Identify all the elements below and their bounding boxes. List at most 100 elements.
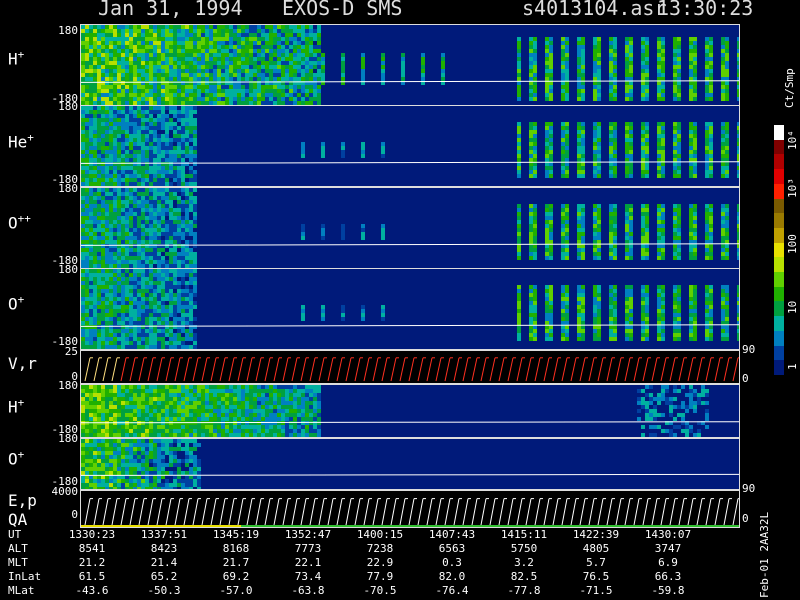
spectrogram-cell: [261, 29, 265, 33]
spectrogram-cell: [145, 297, 149, 301]
spectrogram-cell: [309, 49, 313, 53]
spectrogram-cell: [609, 97, 613, 101]
spectrogram-cell: [85, 85, 89, 89]
spectrogram-cell: [169, 154, 173, 158]
spectrogram-cell: [545, 89, 549, 93]
spectrogram-cell: [193, 85, 197, 89]
spectrogram-cell: [185, 114, 189, 118]
spectrogram-cell: [113, 146, 117, 150]
spectrogram-cell: [121, 126, 125, 130]
spectrogram-cell: [141, 85, 145, 89]
spectrogram-cell: [193, 337, 197, 341]
spectrogram-cell: [645, 65, 649, 69]
spectrogram-cell: [109, 170, 113, 174]
spectrogram-cell: [81, 228, 85, 232]
spectrogram-cell: [213, 33, 217, 37]
spectrogram-cell: [85, 289, 89, 293]
spectrogram-cell: [97, 77, 101, 81]
spectrogram-cell: [441, 53, 445, 57]
spectrogram-cell: [597, 293, 601, 297]
spectrogram-cell: [229, 53, 233, 57]
spectrogram-cell: [153, 81, 157, 85]
spectrogram-cell: [173, 297, 177, 301]
trace-line: [282, 357, 289, 382]
spectrogram-cell: [125, 216, 129, 220]
spectrogram-cell: [169, 252, 173, 256]
spectrogram-cell: [629, 89, 633, 93]
spectrogram-cell: [133, 321, 137, 325]
spectrogram-cell: [165, 69, 169, 73]
spectrogram-cell: [629, 289, 633, 293]
spectrogram-cell: [193, 89, 197, 93]
spectrogram-cell: [381, 236, 385, 240]
spectrogram-cell: [529, 73, 533, 77]
spectrogram-cell: [361, 317, 365, 321]
spectrogram-cell: [641, 130, 645, 134]
spectrogram-cell: [257, 77, 261, 81]
spectrogram-cell: [737, 212, 739, 216]
spectrogram-cell: [85, 252, 89, 256]
spectrogram-cell: [661, 313, 665, 317]
spectrogram-cell: [177, 134, 181, 138]
spectrogram-cell: [581, 53, 585, 57]
spectrogram-cell: [173, 158, 177, 162]
spectrogram-cell: [173, 138, 177, 142]
spectrogram-cell: [113, 97, 117, 101]
spectrogram-cell: [529, 130, 533, 134]
spectrogram-cell: [181, 200, 185, 204]
spectrogram-cell: [517, 85, 521, 89]
spectrogram-cell: [93, 389, 97, 393]
spectrogram-cell: [517, 77, 521, 81]
spectrogram-cell: [737, 45, 739, 49]
spectrogram-cell: [189, 273, 193, 277]
spectrogram-cell: [109, 216, 113, 220]
trace-line: [480, 357, 487, 382]
spectrogram-cell: [705, 244, 709, 248]
spectrogram-cell: [117, 77, 121, 81]
spectrogram-cell: [85, 433, 89, 437]
spectrogram-cell: [673, 81, 677, 85]
spectrogram-cell: [597, 256, 601, 260]
spectrogram-cell: [233, 49, 237, 53]
spectrogram-cell: [117, 130, 121, 134]
spectrogram-cell: [189, 110, 193, 114]
spectrogram-cell: [153, 208, 157, 212]
spectrogram-cell: [165, 188, 169, 192]
spectrogram-cell: [725, 293, 729, 297]
spectrogram-cell: [549, 146, 553, 150]
spectrogram-cell: [245, 53, 249, 57]
spectrogram-cell: [117, 220, 121, 224]
spectrogram-cell: [545, 77, 549, 81]
spectrogram-cell: [113, 110, 117, 114]
spectrogram-cell: [109, 150, 113, 154]
spectrogram-cell: [169, 97, 173, 101]
spectrogram-cell: [661, 69, 665, 73]
spectrogram-cell: [149, 325, 153, 329]
spectrogram-cell: [401, 57, 405, 61]
spectrogram-cell: [173, 192, 177, 196]
spectrogram-cell: [81, 273, 85, 277]
spectrogram-cell: [85, 317, 89, 321]
spectrogram-cell: [381, 232, 385, 236]
spectrogram-cell: [689, 293, 693, 297]
spectrogram-cell: [693, 37, 697, 41]
spectrogram-cell: [721, 309, 725, 313]
spectrogram-cell: [545, 309, 549, 313]
spectrogram-cell: [141, 277, 145, 281]
spectrogram-cell: [173, 41, 177, 45]
spectrogram-cell: [657, 49, 661, 53]
spectrogram-cell: [285, 57, 289, 61]
spectrogram-cell: [313, 77, 317, 81]
spectrogram-cell: [109, 93, 113, 97]
spectrogram-cell: [169, 208, 173, 212]
spectrogram-cell: [593, 93, 597, 97]
spectrogram-cell: [145, 41, 149, 45]
spectrogram-cell: [85, 53, 89, 57]
spectrogram-cell: [597, 224, 601, 228]
spectrogram-cell: [677, 93, 681, 97]
spectrogram-cell: [109, 33, 113, 37]
spectrogram-cell: [145, 162, 149, 166]
trace-line: [129, 357, 136, 382]
spectrogram-cell: [89, 389, 93, 393]
spectrogram-cell: [721, 220, 725, 224]
